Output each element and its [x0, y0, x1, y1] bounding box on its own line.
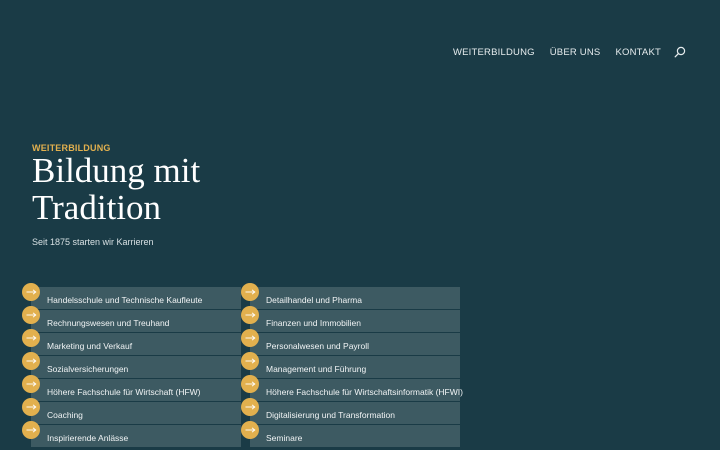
- arrow-right-icon: [22, 329, 40, 347]
- course-link-label: Seminare: [266, 432, 303, 443]
- title-line-1: Bildung mit: [32, 151, 201, 190]
- course-link-label: Finanzen und Immobilien: [266, 317, 361, 328]
- arrow-right-icon: [22, 306, 40, 324]
- course-link[interactable]: Personalwesen und Payroll: [241, 329, 460, 355]
- course-link-label: Höhere Fachschule für Wirtschaft (HFW): [47, 386, 201, 397]
- course-link[interactable]: Inspirierende Anlässe: [22, 421, 241, 447]
- course-link-label: Höhere Fachschule für Wirtschaftsinforma…: [266, 386, 463, 397]
- course-link[interactable]: Digitalisierung und Transformation: [241, 398, 460, 424]
- course-link-label: Rechnungswesen und Treuhand: [47, 317, 170, 328]
- course-link-label: Sozialversicherungen: [47, 363, 129, 374]
- page-title: Bildung mit Tradition: [32, 152, 292, 226]
- arrow-right-icon: [22, 398, 40, 416]
- arrow-right-icon: [241, 398, 259, 416]
- arrow-right-icon: [241, 329, 259, 347]
- title-line-2: Tradition: [32, 188, 162, 227]
- course-links-grid: Handelsschule und Technische Kaufleute R…: [22, 283, 469, 448]
- course-links-left: Handelsschule und Technische Kaufleute R…: [22, 283, 241, 448]
- course-link-label: Digitalisierung und Transformation: [266, 409, 395, 420]
- course-link[interactable]: Management und Führung: [241, 352, 460, 378]
- nav-ueber-uns[interactable]: ÜBER UNS: [550, 47, 601, 58]
- course-link[interactable]: Coaching: [22, 398, 241, 424]
- arrow-right-icon: [22, 421, 40, 439]
- course-link[interactable]: Marketing und Verkauf: [22, 329, 241, 355]
- course-link-label: Marketing und Verkauf: [47, 340, 133, 351]
- nav-kontakt[interactable]: KONTAKT: [615, 47, 661, 58]
- course-links-right: Detailhandel und Pharma Finanzen und Imm…: [241, 283, 463, 448]
- course-link-label: Inspirierende Anlässe: [47, 432, 129, 443]
- course-link[interactable]: Höhere Fachschule für Wirtschaft (HFW): [22, 375, 241, 401]
- arrow-right-icon: [22, 283, 40, 301]
- arrow-right-icon: [241, 306, 259, 324]
- course-link[interactable]: Detailhandel und Pharma: [241, 283, 460, 309]
- arrow-right-icon: [241, 375, 259, 393]
- course-link[interactable]: Rechnungswesen und Treuhand: [22, 306, 241, 332]
- arrow-right-icon: [22, 375, 40, 393]
- course-link-label: Coaching: [47, 409, 83, 420]
- course-link-label: Management und Führung: [266, 363, 367, 374]
- arrow-right-icon: [241, 352, 259, 370]
- course-link[interactable]: Höhere Fachschule für Wirtschaftsinforma…: [241, 375, 463, 401]
- course-link-label: Detailhandel und Pharma: [266, 294, 362, 305]
- arrow-right-icon: [241, 421, 259, 439]
- arrow-right-icon: [22, 352, 40, 370]
- arrow-right-icon: [241, 283, 259, 301]
- course-link[interactable]: Handelsschule und Technische Kaufleute: [22, 283, 241, 309]
- course-link[interactable]: Seminare: [241, 421, 460, 447]
- search-icon[interactable]: [674, 46, 686, 58]
- nav-weiterbildung[interactable]: WEITERBILDUNG: [453, 47, 535, 58]
- course-link-label: Personalwesen und Payroll: [266, 340, 370, 351]
- course-link-label: Handelsschule und Technische Kaufleute: [47, 294, 203, 305]
- main-nav: WEITERBILDUNG ÜBER UNS KONTAKT: [453, 46, 686, 58]
- course-link[interactable]: Finanzen und Immobilien: [241, 306, 460, 332]
- course-link[interactable]: Sozialversicherungen: [22, 352, 241, 378]
- hero-tagline: Seit 1875 starten wir Karrieren: [32, 237, 154, 247]
